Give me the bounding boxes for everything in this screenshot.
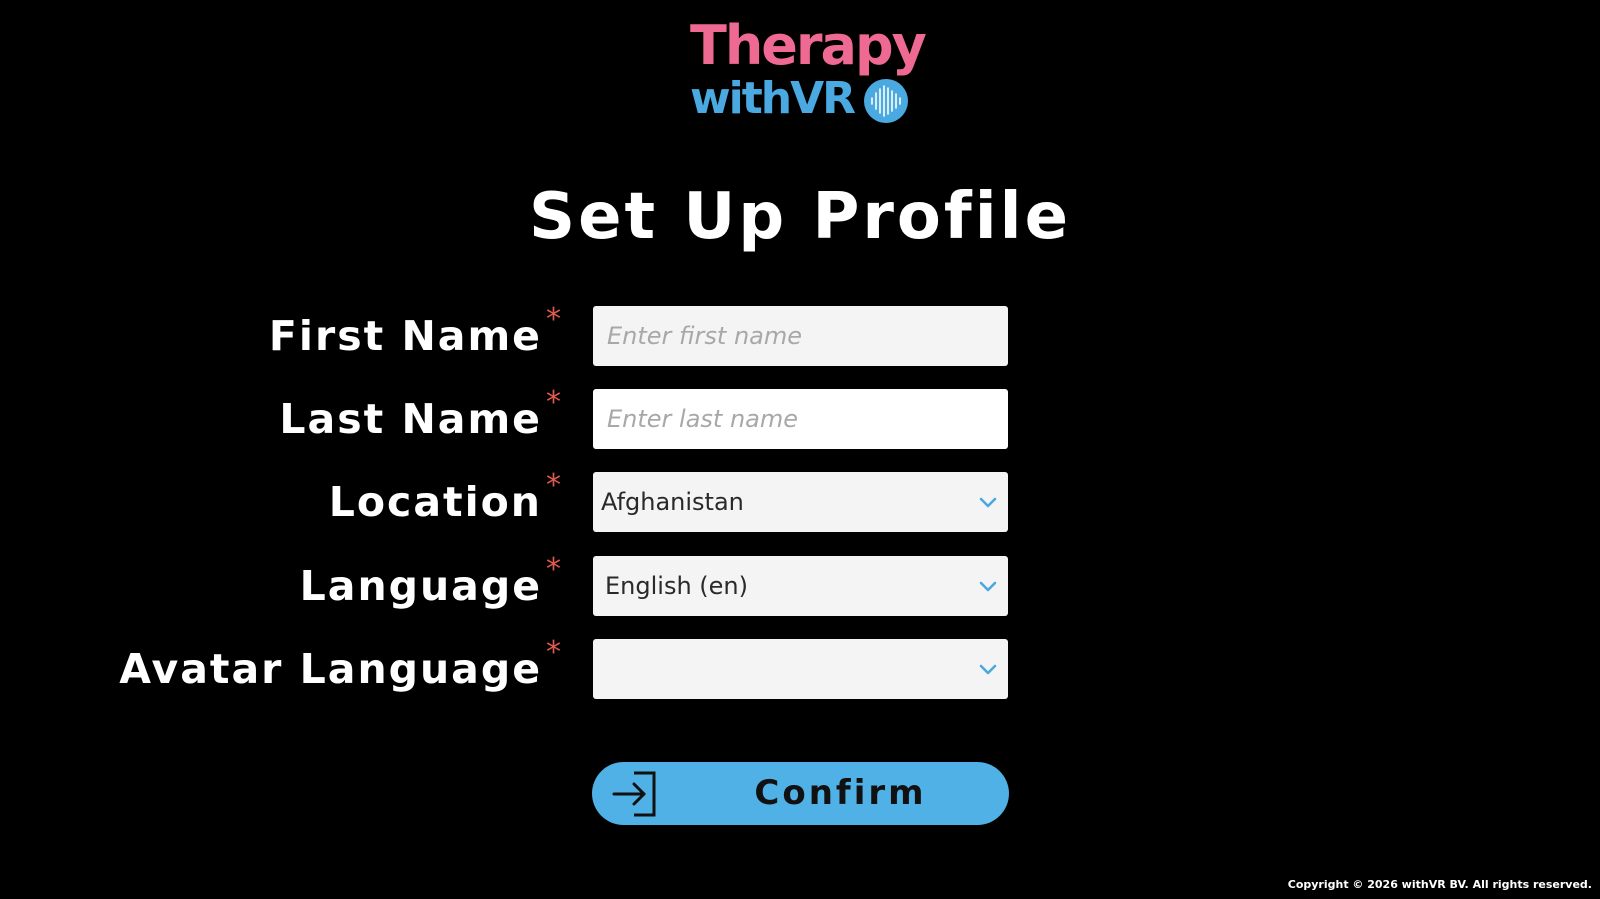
avatar-language-label: Avatar Language xyxy=(119,645,542,693)
chevron-down-icon xyxy=(979,581,997,592)
avatar-language-select[interactable] xyxy=(593,639,1008,699)
required-marker: * xyxy=(546,552,561,587)
confirm-button[interactable]: Confirm xyxy=(592,762,1009,825)
page-title: Set Up Profile xyxy=(529,180,1071,254)
logo-withvr-text: withVR xyxy=(690,73,856,124)
waveform-circle-icon xyxy=(864,79,908,123)
language-selected-value: English (en) xyxy=(605,572,748,600)
last-name-input[interactable] xyxy=(593,389,1008,449)
first-name-row: First Name * xyxy=(0,302,1600,366)
confirm-label: Confirm xyxy=(754,773,927,813)
location-label: Location xyxy=(328,478,542,526)
first-name-input[interactable] xyxy=(593,306,1008,366)
required-marker: * xyxy=(546,468,561,503)
first-name-label: First Name xyxy=(268,312,542,360)
logo-therapy-text: Therapy xyxy=(690,14,927,77)
avatar-language-row: Avatar Language * xyxy=(0,635,1600,699)
chevron-down-icon xyxy=(979,664,997,675)
language-select[interactable]: English (en) xyxy=(593,556,1008,616)
language-row: Language * English (en) xyxy=(0,552,1600,616)
required-marker: * xyxy=(546,385,561,420)
copyright-text: Copyright © 2026 withVR BV. All rights r… xyxy=(1287,878,1592,891)
therapy-withvr-logo: Therapy withVR xyxy=(688,14,927,126)
required-marker: * xyxy=(546,302,561,337)
location-selected-value: Afghanistan xyxy=(601,488,744,516)
last-name-label: Last Name xyxy=(279,395,542,443)
language-label: Language xyxy=(299,562,542,610)
last-name-row: Last Name * xyxy=(0,385,1600,449)
required-marker: * xyxy=(546,635,561,670)
sign-in-icon xyxy=(612,771,656,817)
chevron-down-icon xyxy=(979,497,997,508)
location-row: Location * Afghanistan xyxy=(0,468,1600,532)
location-select[interactable]: Afghanistan xyxy=(593,472,1008,532)
